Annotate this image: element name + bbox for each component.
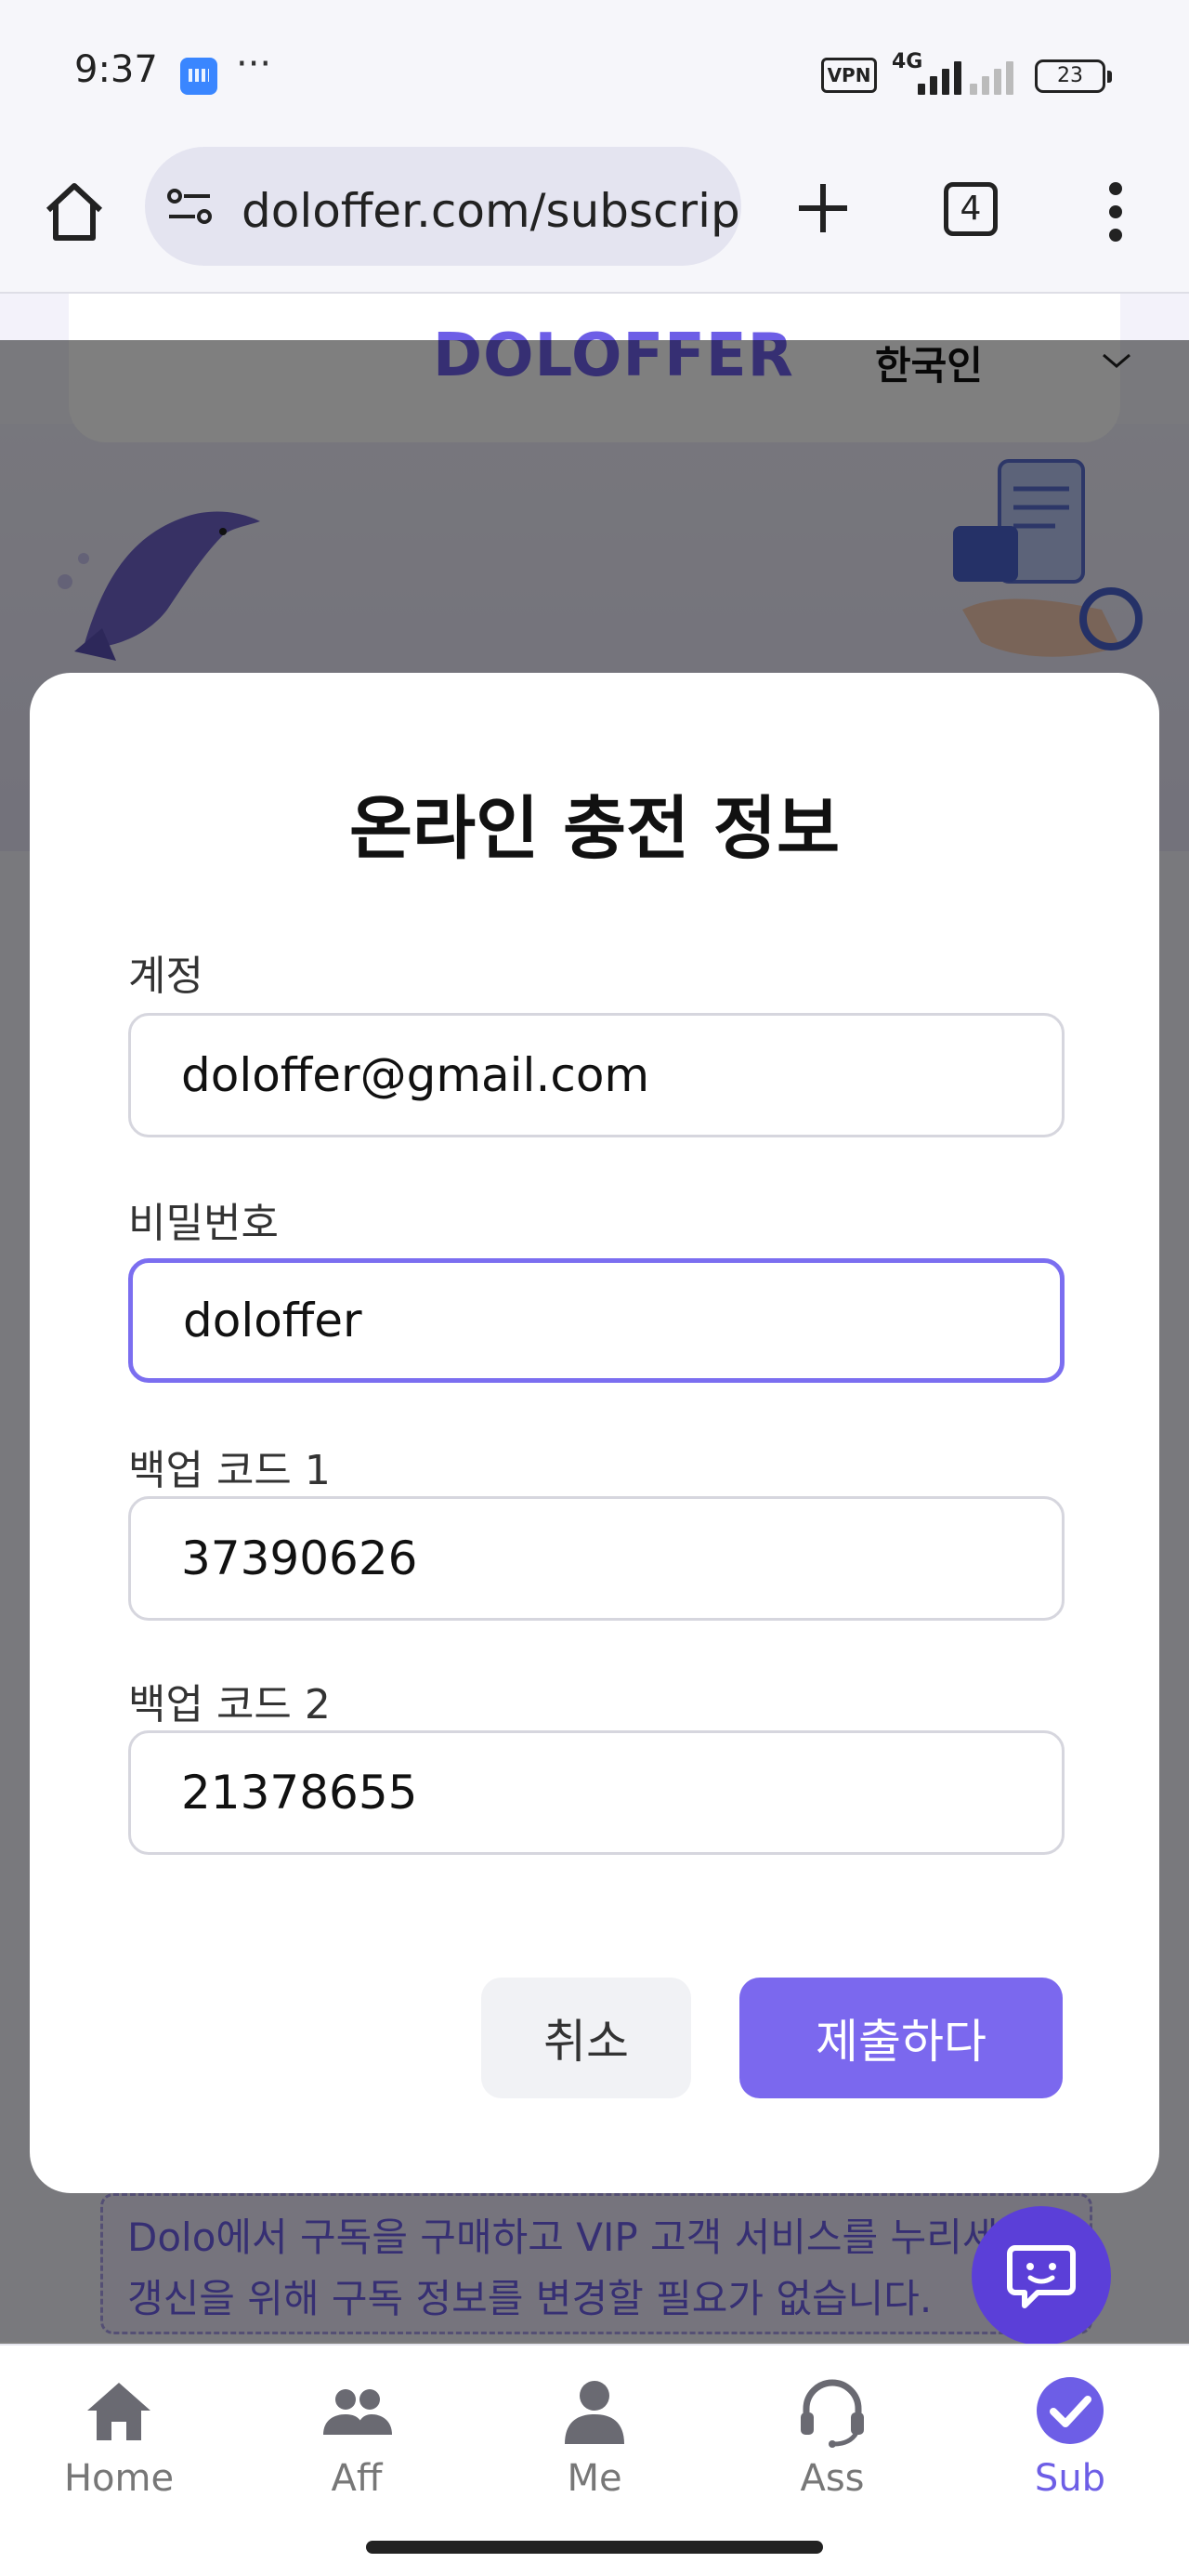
backup-code-1-label: 백업 코드 1 <box>128 1447 331 1494</box>
home-icon <box>46 183 103 241</box>
nav-item-ass[interactable]: Ass <box>758 2373 907 2522</box>
recharge-info-modal: 온라인 충전 정보 계정 비밀번호 백업 코드 1 백업 코드 2 취소 제출하… <box>30 673 1159 2193</box>
users-icon <box>323 2389 392 2435</box>
browser-toolbar: doloffer.com/subscrip 4 <box>0 139 1189 294</box>
password-label: 비밀번호 <box>128 1200 279 1247</box>
nav-item-sub[interactable]: Sub <box>996 2373 1144 2522</box>
home-icon <box>87 2383 150 2440</box>
chat-bot-icon <box>1007 2245 1076 2308</box>
address-bar[interactable]: doloffer.com/subscrip <box>145 147 741 266</box>
nav-label-sub: Sub <box>1034 2457 1106 2500</box>
home-button[interactable] <box>39 177 110 247</box>
cancel-button[interactable]: 취소 <box>481 1978 691 2098</box>
nav-label-ass: Ass <box>800 2457 865 2500</box>
account-input[interactable] <box>128 1013 1065 1137</box>
backup-code-1-input[interactable] <box>128 1496 1065 1621</box>
check-circle-icon <box>1037 2377 1104 2444</box>
modal-title: 온라인 충전 정보 <box>348 789 841 869</box>
backup-code-2-input[interactable] <box>128 1730 1065 1855</box>
battery-icon: 23 <box>1035 59 1112 93</box>
nav-label-me: Me <box>567 2457 622 2500</box>
more-notifications-icon: ··· <box>236 43 272 85</box>
password-input[interactable] <box>128 1258 1065 1383</box>
battery-level: 23 <box>1057 64 1083 87</box>
signal-weak-icon <box>970 56 1035 95</box>
nav-label-aff: Aff <box>331 2457 383 2500</box>
vpn-icon: VPN <box>821 58 877 93</box>
submit-button[interactable]: 제출하다 <box>739 1978 1063 2098</box>
chat-support-button[interactable] <box>972 2206 1111 2346</box>
nav-item-home[interactable]: Home <box>45 2373 193 2522</box>
nav-label-home: Home <box>63 2457 175 2500</box>
url-text[interactable]: doloffer.com/subscrip <box>242 184 740 238</box>
status-time: 9:37 <box>74 48 158 91</box>
site-settings-icon[interactable] <box>167 188 212 225</box>
keyboard-app-icon <box>180 58 217 95</box>
plus-icon <box>799 184 847 232</box>
account-label: 계정 <box>128 953 203 1000</box>
headset-icon <box>801 2379 864 2448</box>
home-indicator[interactable] <box>366 2541 823 2554</box>
new-tab-button[interactable] <box>788 173 858 243</box>
tab-switcher-button[interactable]: 4 <box>944 182 998 236</box>
nav-item-aff[interactable]: Aff <box>282 2373 431 2522</box>
nav-item-me[interactable]: Me <box>520 2373 669 2522</box>
user-icon <box>565 2381 624 2444</box>
backup-code-2-label: 백업 코드 2 <box>128 1681 331 1728</box>
browser-menu-button[interactable] <box>1102 177 1130 247</box>
status-bar: 9:37 ··· VPN 4G 23 <box>0 0 1189 139</box>
